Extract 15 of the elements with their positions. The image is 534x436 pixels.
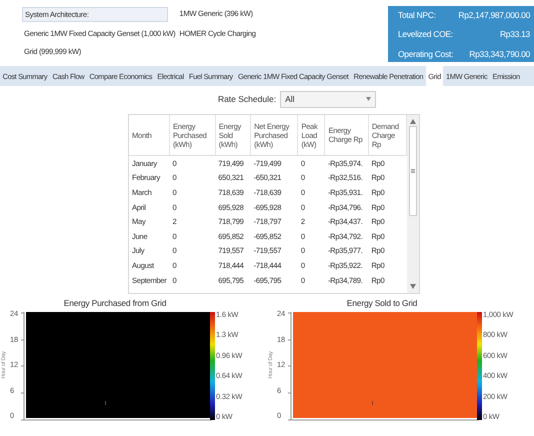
scroll-down-icon[interactable] [410,284,416,289]
rate-schedule-label: Rate Schedule: [218,94,276,104]
summary-label: Total NPC: [398,10,437,22]
summary-value: Rp33.13 [498,29,530,42]
chart-title: Energy Purchased from Grid [62,298,168,308]
chart-title: Energy Sold to Grid [346,298,418,308]
summary-label: Operating Cost: [398,48,454,61]
grip-icon [411,169,415,173]
summary-value: Rp2,147,987,000.00 [457,10,530,22]
dropdown-arrow-icon [366,97,372,101]
summary-label: Levelized COE: [398,29,454,42]
scroll-up-icon[interactable] [410,119,416,124]
rate-schedule-dropdown[interactable]: All [280,90,376,108]
summary-value: Rp33,343,790.00 [468,48,530,61]
scrollbar[interactable] [407,115,419,293]
